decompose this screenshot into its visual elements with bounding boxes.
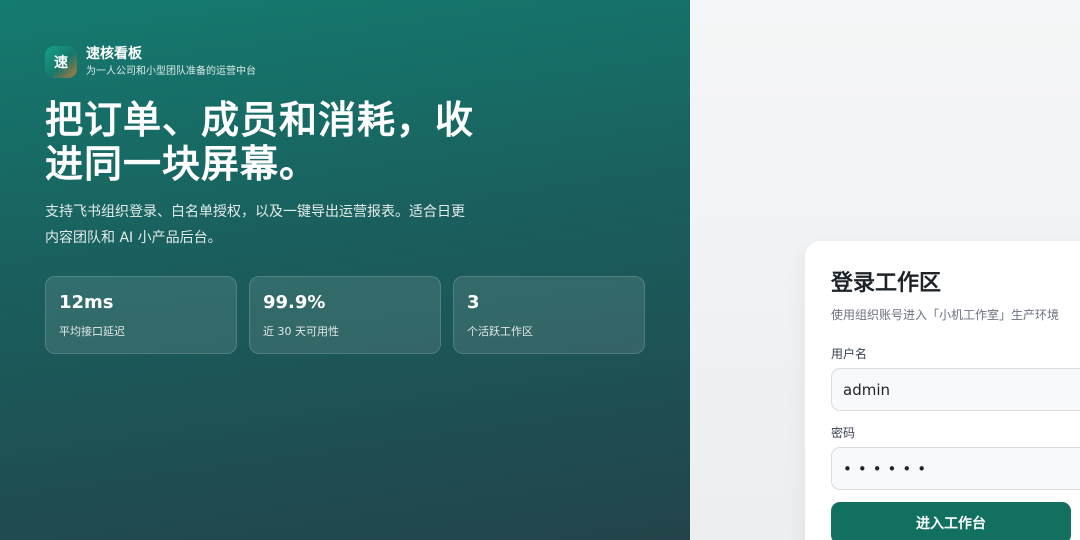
username-input[interactable] [831,368,1080,411]
password-input[interactable] [831,447,1080,490]
login-title: 登录工作区 [831,271,942,296]
stat-card-availability: 99.9% 近 30 天可用性 [249,276,441,354]
login-page: 速 速核看板 为一人公司和小型团队准备的运营中台 把订单、成员和消耗，收进同一块… [0,0,1080,540]
stats-row: 12ms 平均接口延迟 99.9% 近 30 天可用性 3 个活跃工作区 [45,276,645,354]
login-description: 使用组织账号进入「小机工作室」生产环境 [831,308,1060,322]
brand-logo: 速 [45,46,77,78]
stat-label: 近 30 天可用性 [263,325,339,338]
hero-headline: 把订单、成员和消耗，收进同一块屏幕。 [45,98,475,186]
brand-name: 速核看板 [86,46,142,62]
login-card: 登录工作区 使用组织账号进入「小机工作室」生产环境 用户名 密码 进入工作台 [805,241,1080,540]
brand-tagline: 为一人公司和小型团队准备的运营中台 [86,66,256,77]
stat-label: 平均接口延迟 [59,325,125,338]
brand: 速 速核看板 为一人公司和小型团队准备的运营中台 [45,45,256,79]
stat-label: 个活跃工作区 [467,325,533,338]
enter-workspace-button[interactable]: 进入工作台 [831,502,1071,540]
stat-value: 3 [467,292,480,313]
username-label: 用户名 [831,347,868,361]
hero-panel: 速 速核看板 为一人公司和小型团队准备的运营中台 把订单、成员和消耗，收进同一块… [0,0,690,540]
stat-card-workspaces: 3 个活跃工作区 [453,276,645,354]
hero-subtitle: 支持飞书组织登录、白名单授权，以及一键导出运营报表。适合日更内容团队和 AI 小… [45,204,465,246]
password-label: 密码 [831,426,856,440]
stat-value: 99.9% [263,292,326,313]
stat-value: 12ms [59,292,114,313]
brand-text: 速核看板 为一人公司和小型团队准备的运营中台 [86,45,256,79]
stat-card-latency: 12ms 平均接口延迟 [45,276,237,354]
